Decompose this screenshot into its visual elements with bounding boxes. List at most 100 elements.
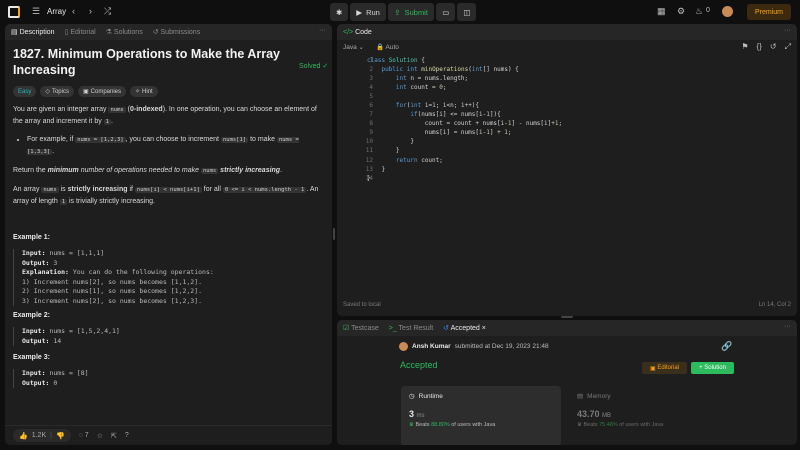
code-line[interactable]: count = count + nums[i-1] - nums[i]+1; (367, 119, 562, 128)
code-line[interactable]: } (367, 174, 562, 183)
editor-status-bar: Saved to local Ln 14, Col 2 (343, 302, 791, 312)
streak-fire-icon[interactable]: ♨ (695, 6, 703, 17)
code-line[interactable]: for(int i=1; i<n; i++){ (367, 101, 562, 110)
user-avatar[interactable] (722, 6, 733, 17)
memory-value-row: 43.70 MB (577, 409, 731, 419)
code-editor[interactable]: 1 2 3 4 5 6 7 8 9 10 11 12 13 14 class Solution { pub… (337, 54, 797, 284)
reset-icon[interactable]: ↺ (770, 42, 777, 52)
memory-unit: MB (602, 413, 612, 419)
logo-icon[interactable] (8, 6, 20, 18)
editorial-button[interactable]: ▣ Editorial (642, 362, 687, 374)
tab-submissions-label: Submissions (160, 29, 201, 36)
auto-mode[interactable]: 🔒 Auto (376, 43, 399, 51)
input-label: Input: (22, 369, 46, 377)
tab-accepted-label: Accepted (450, 325, 480, 332)
tab-code[interactable]: </> Code (343, 29, 372, 36)
tab-testcase[interactable]: ☑ Testcase (343, 324, 379, 332)
text: of users with Java (617, 422, 664, 428)
tab-test-result[interactable]: >_ Test Result (389, 325, 433, 332)
tab-editorial[interactable]: ▯ Editorial (65, 28, 96, 36)
submission-author: Ansh Kumar submitted at Dec 19, 2023 21:… (399, 342, 549, 351)
thumbs-down-icon[interactable]: 👎 (56, 432, 65, 440)
mode-label: Auto (385, 44, 399, 51)
run-label: Run (366, 7, 380, 17)
tab-accepted[interactable]: ↺ Accepted × (443, 324, 486, 332)
runtime-card[interactable]: ◷ Runtime 3 ms ♛ Beats 88.80% of users wi… (401, 386, 561, 445)
vertical-resize-handle[interactable] (333, 228, 335, 240)
code-line[interactable]: class Solution { (367, 56, 562, 65)
code-line[interactable]: return count; (367, 156, 562, 165)
run-button[interactable]: ▶ Run (350, 3, 387, 21)
horizontal-resize-handle[interactable] (561, 316, 573, 318)
more-options-icon[interactable]: ··· (784, 27, 791, 34)
next-problem-icon[interactable]: › (89, 6, 92, 16)
explanation-step: 3) Increment nums[2], so nums becomes [1… (22, 296, 203, 305)
star-icon[interactable]: ☆ (97, 432, 103, 440)
help-icon[interactable]: ? (125, 432, 129, 439)
problem-list-icon[interactable]: ☰ (32, 6, 40, 17)
code-line[interactable]: int n = nums.length; (367, 74, 562, 83)
code-line[interactable]: nums[i] = nums[i-1] + 1; (367, 128, 562, 137)
debug-button[interactable]: ✱ (330, 3, 349, 21)
code-line[interactable]: } (367, 146, 562, 155)
more-options-icon[interactable]: ··· (319, 27, 326, 34)
runtime-percentile: 88.80% (431, 422, 450, 428)
notes-button[interactable]: ▭ (436, 3, 456, 21)
comment-count: 7 (84, 432, 89, 439)
text: . (280, 167, 283, 174)
whiteboard-button[interactable]: ◫ (457, 3, 477, 21)
code-line[interactable]: } (367, 165, 562, 174)
author-avatar[interactable] (399, 342, 408, 351)
output-label: Output: (22, 378, 50, 387)
inline-code: nums (200, 168, 219, 174)
topics-chip[interactable]: ◇ Topics (40, 86, 74, 97)
hint-label: Hint (142, 88, 153, 95)
hint-chip[interactable]: ✧ Hint (130, 86, 158, 97)
memory-card[interactable]: ▤ Memory 43.70 MB ♛ Beats 75.48% of users… (569, 386, 739, 445)
prev-problem-icon[interactable]: ‹ (72, 6, 75, 16)
submit-button[interactable]: ⇪ Submit (388, 3, 435, 21)
description-panel: ▤ Description ▯ Editorial ⚗ Solutions ↺ … (5, 24, 332, 445)
language-select[interactable]: Java ⌄ (343, 43, 364, 51)
tab-description[interactable]: ▤ Description (11, 28, 55, 36)
code-line[interactable]: if(nums[i] <= nums[i-1]){ (367, 110, 562, 119)
example-row: Input: nums = [1,5,2,4,1] (22, 327, 324, 337)
companies-chip[interactable]: ▣ Companies (77, 86, 127, 97)
tab-solutions[interactable]: ⚗ Solutions (106, 28, 143, 36)
trophy-icon: ♛ (409, 422, 414, 428)
editorial-label: Editorial (657, 365, 680, 371)
fullscreen-icon[interactable]: ⤢ (785, 42, 791, 52)
lightbulb-icon: ✧ (135, 89, 141, 95)
thumbs-up-icon[interactable]: 👍 (19, 432, 28, 440)
output-value: 3 (53, 258, 58, 267)
tab-test-result-label: Test Result (398, 324, 434, 332)
example-row: Explanation: You can do the following op… (22, 268, 324, 278)
paragraph-return: Return the minimum number of operations … (13, 165, 324, 177)
bookmark-icon[interactable]: ⚑ (741, 42, 748, 52)
cloud-upload-icon: ⇪ (394, 7, 401, 17)
shuffle-icon[interactable]: ⤮ (104, 6, 111, 17)
problem-list-title[interactable]: Array (47, 7, 66, 16)
example-1-block: Input: nums = [1,1,1] Output: 3 Explanat… (13, 249, 324, 306)
code-line[interactable] (367, 92, 562, 101)
share-icon[interactable]: ⇱ (111, 432, 117, 440)
plus-icon: + (699, 365, 703, 371)
code-line[interactable]: } (367, 137, 562, 146)
code-text[interactable]: class Solution { public int minOperation… (367, 56, 562, 183)
close-icon[interactable]: × (482, 325, 486, 332)
solution-button[interactable]: + Solution (691, 362, 734, 374)
example-bullet-list: For example, if nums = [1,2,3], you can … (27, 134, 324, 158)
link-icon[interactable]: 🔗 (721, 341, 732, 352)
code-line[interactable]: int count = 0; (367, 83, 562, 92)
like-count: 1.2K (31, 432, 47, 439)
tab-submissions[interactable]: ↺ Submissions (153, 28, 201, 36)
premium-button[interactable]: Premium (747, 4, 791, 20)
format-braces-icon[interactable]: {} (757, 42, 762, 52)
layout-icon[interactable]: ▦ (657, 6, 666, 17)
more-options-icon[interactable]: ··· (784, 323, 791, 330)
code-line[interactable]: public int minOperations(int[] nums) { (367, 65, 562, 74)
comments-button[interactable]: ◌ 7 (79, 432, 89, 439)
settings-gear-icon[interactable]: ⚙ (677, 6, 685, 17)
author-name[interactable]: Ansh Kumar (412, 343, 451, 350)
problem-title[interactable]: 1827. Minimum Operations to Make the Arr… (13, 46, 283, 78)
